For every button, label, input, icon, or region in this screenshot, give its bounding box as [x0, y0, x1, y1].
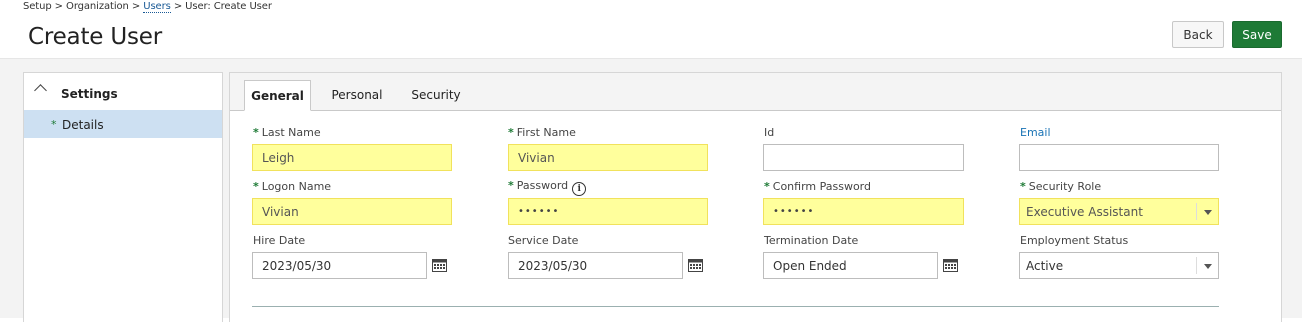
id-label: Id	[764, 126, 775, 139]
first-name-label: * First Name	[508, 126, 576, 139]
sidebar-section-label: Settings	[61, 87, 118, 101]
required-marker: *	[253, 126, 259, 139]
hire-date-label: Hire Date	[253, 234, 306, 247]
required-marker: *	[508, 126, 514, 139]
security-role-label: * Security Role	[1020, 180, 1102, 193]
employment-status-select[interactable]: Active	[1019, 252, 1219, 279]
password-label: * Password i	[508, 179, 587, 196]
email-label[interactable]: Email	[1020, 126, 1051, 139]
service-date-label: Service Date	[508, 234, 579, 247]
dropdown-arrow-icon[interactable]	[1204, 210, 1212, 215]
sidebar-section-settings[interactable]: Settings	[24, 73, 222, 109]
breadcrumb-prefix: Setup > Organization >	[23, 1, 144, 12]
email-field[interactable]	[1019, 144, 1219, 171]
termination-date-label: Termination Date	[764, 234, 859, 247]
settings-sidebar: Settings * Details	[23, 72, 223, 322]
calendar-icon[interactable]	[943, 258, 958, 272]
service-date-field[interactable]: 2023/05/30	[508, 252, 683, 279]
logon-name-field[interactable]: Vivian	[252, 198, 452, 225]
breadcrumb-users-link[interactable]: Users	[143, 1, 171, 13]
password-field[interactable]: ••••••	[508, 198, 708, 225]
tab-general[interactable]: General	[244, 80, 311, 111]
select-divider	[1196, 203, 1197, 220]
security-role-select[interactable]: Executive Assistant	[1019, 198, 1219, 225]
last-name-field[interactable]: Leigh	[252, 144, 452, 171]
dropdown-arrow-icon[interactable]	[1204, 264, 1212, 269]
last-name-label: * Last Name	[253, 126, 321, 139]
chevron-up-icon[interactable]	[34, 84, 47, 97]
calendar-icon[interactable]	[688, 258, 703, 272]
confirm-password-field[interactable]: ••••••	[763, 198, 964, 225]
tab-security[interactable]: Security	[404, 80, 468, 110]
save-button[interactable]: Save	[1232, 21, 1282, 48]
confirm-password-label: * Confirm Password	[764, 180, 871, 193]
breadcrumb-suffix: > User: Create User	[170, 1, 272, 12]
id-field[interactable]	[763, 144, 964, 171]
sidebar-item-details[interactable]: * Details	[24, 110, 222, 138]
logon-name-label: * Logon Name	[253, 180, 332, 193]
required-marker: *	[508, 179, 514, 192]
back-button[interactable]: Back	[1172, 21, 1224, 48]
required-marker: *	[764, 180, 770, 193]
employment-status-value: Active	[1026, 258, 1064, 273]
required-star-icon: *	[51, 118, 57, 131]
section-divider	[252, 306, 1219, 307]
user-form-panel: General Personal Security * Last Name Lei…	[229, 72, 1282, 322]
breadcrumb: Setup > Organization > Users > User: Cre…	[23, 1, 272, 13]
tab-personal[interactable]: Personal	[322, 80, 392, 110]
hire-date-field[interactable]: 2023/05/30	[252, 252, 427, 279]
sidebar-item-label: Details	[62, 118, 104, 132]
required-marker: *	[1020, 180, 1026, 193]
security-role-value: Executive Assistant	[1026, 204, 1143, 219]
first-name-field[interactable]: Vivian	[508, 144, 708, 171]
info-icon[interactable]: i	[572, 182, 587, 196]
page-title: Create User	[28, 24, 162, 50]
required-marker: *	[253, 180, 259, 193]
calendar-icon[interactable]	[432, 258, 447, 272]
tab-bar: General Personal Security	[230, 73, 1281, 111]
select-divider	[1196, 257, 1197, 274]
termination-date-field[interactable]: Open Ended	[763, 252, 938, 279]
employment-status-label: Employment Status	[1020, 234, 1129, 247]
